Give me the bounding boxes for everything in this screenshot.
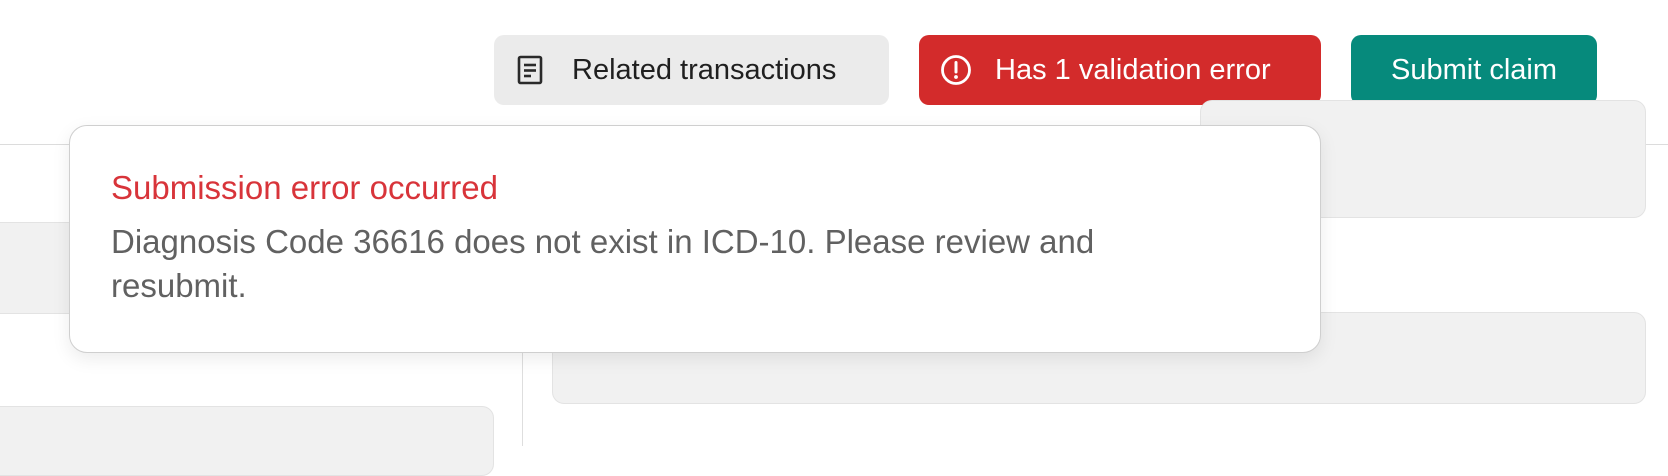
error-popover-title: Submission error occurred [111,169,498,206]
related-transactions-label: Related transactions [572,53,837,86]
alert-circle-icon [939,53,973,87]
validation-error-button[interactable]: Has 1 validation error [919,35,1321,105]
form-field-panel [0,406,494,476]
error-popover-message: Diagnosis Code 36616 does not exist in I… [111,223,1095,304]
document-list-icon [514,54,546,86]
error-popover: Submission error occurred Diagnosis Code… [69,125,1321,353]
validation-error-label: Has 1 validation error [995,53,1271,86]
submit-claim-label: Submit claim [1391,53,1557,86]
submit-claim-button[interactable]: Submit claim [1351,35,1597,105]
related-transactions-button[interactable]: Related transactions [494,35,889,105]
